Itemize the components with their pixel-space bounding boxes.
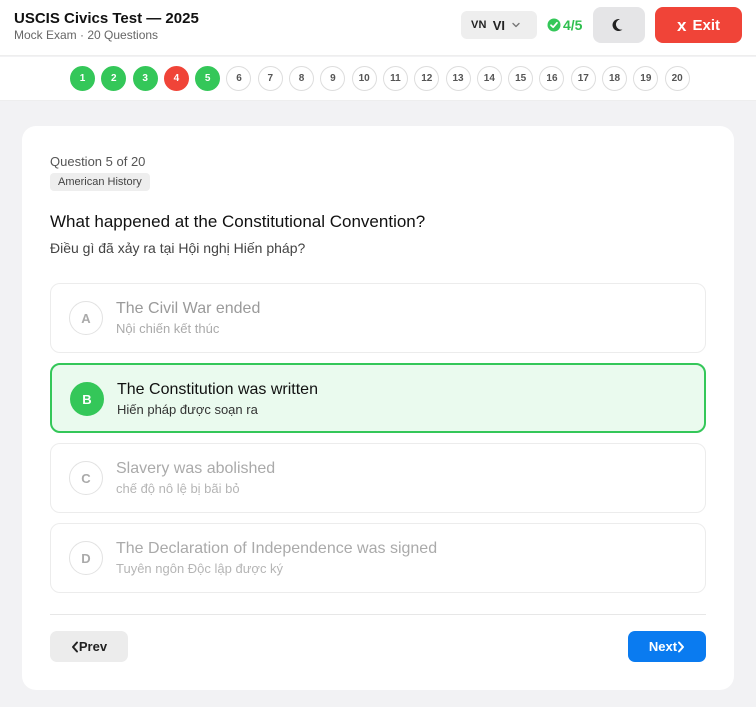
option-text-vi: Tuyên ngôn Độc lập được ký: [116, 561, 284, 576]
header: USCIS Civics Test — 2025 Mock Exam · 20 …: [0, 0, 756, 56]
score-indicator: 4/5: [547, 16, 582, 34]
option-b[interactable]: B The Constitution was written Hiến pháp…: [50, 363, 706, 433]
progress-dot-9[interactable]: 9: [320, 66, 346, 91]
progress-dot-14[interactable]: 14: [476, 66, 502, 91]
progress-dot-20[interactable]: 20: [664, 66, 690, 91]
progress-dot-12[interactable]: 12: [414, 66, 440, 91]
language-select[interactable]: VN VI: [461, 11, 537, 39]
progress-dot-13[interactable]: 13: [445, 66, 471, 91]
app-subtitle: Mock Exam · 20 Questions: [14, 28, 159, 42]
progress-dot-4[interactable]: 4: [163, 66, 189, 91]
progress-dot-7[interactable]: 7: [257, 66, 283, 91]
progress-dot-11[interactable]: 11: [382, 66, 408, 91]
option-letter: A: [69, 301, 103, 335]
theme-toggle-button[interactable]: [593, 7, 645, 43]
progress-dot-6[interactable]: 6: [226, 66, 252, 91]
app-title: USCIS Civics Test — 2025: [14, 10, 199, 27]
option-text-vi: chế độ nô lệ bị bãi bỏ: [116, 481, 240, 496]
option-letter: D: [69, 541, 103, 575]
progress-dot-2[interactable]: 2: [101, 66, 127, 91]
prev-label: Prev: [78, 639, 108, 654]
progress-dot-16[interactable]: 16: [539, 66, 565, 91]
option-a[interactable]: A The Civil War ended Nội chiến kết thúc: [50, 283, 706, 353]
question-progress: 1 2 3 4 5 6 7 8 9 10 11 12 13 14 15 16 17 18 19 20: [0, 57, 756, 101]
exit-button[interactable]: x Exit: [655, 7, 742, 43]
progress-dot-17[interactable]: 17: [570, 66, 596, 91]
progress-dot-8[interactable]: 8: [289, 66, 315, 91]
option-letter: B: [70, 382, 104, 416]
vietnam-flag-icon: VN: [471, 19, 487, 31]
option-text-en: The Declaration of Independence was sign…: [116, 540, 438, 557]
progress-dot-15[interactable]: 15: [508, 66, 534, 91]
question-text-vi: Điều gì đã xảy ra tại Hội nghị Hiến pháp…: [50, 240, 306, 256]
option-d[interactable]: D The Declaration of Independence was si…: [50, 523, 706, 593]
close-icon: x: [677, 15, 687, 35]
question-text-en: What happened at the Constitutional Conv…: [50, 212, 426, 231]
score-text: 4/5: [563, 17, 583, 33]
check-circle-icon: [547, 18, 561, 32]
option-text-en: The Constitution was written: [117, 381, 318, 398]
option-text-en: The Civil War ended: [116, 300, 261, 317]
progress-dot-3[interactable]: 3: [132, 66, 158, 91]
moon-icon: [612, 19, 623, 32]
question-card: Question 5 of 20 American History What h…: [22, 126, 734, 690]
progress-dot-5[interactable]: 5: [195, 66, 221, 91]
progress-dot-18[interactable]: 18: [602, 66, 628, 91]
question-counter: Question 5 of 20: [50, 154, 146, 169]
next-button[interactable]: Next: [628, 631, 706, 662]
progress-dots: 1 2 3 4 5 6 7 8 9 10 11 12 13 14 15 16 17 18 19 20: [70, 66, 696, 91]
next-label: Next: [648, 639, 678, 654]
category-badge: American History: [50, 173, 150, 191]
option-letter: C: [69, 461, 103, 495]
progress-dot-10[interactable]: 10: [351, 66, 377, 91]
prev-button[interactable]: Prev: [50, 631, 128, 662]
chevron-right-icon: [678, 641, 685, 652]
progress-dot-19[interactable]: 19: [633, 66, 659, 91]
chevron-down-icon: [512, 22, 520, 28]
progress-dot-1[interactable]: 1: [70, 66, 95, 91]
option-c[interactable]: C Slavery was abolished chế độ nô lệ bị …: [50, 443, 706, 513]
language-code: VI: [492, 17, 505, 33]
option-text-vi: Hiến pháp được soạn ra: [117, 402, 258, 417]
chevron-left-icon: [71, 641, 78, 652]
divider: [50, 614, 706, 615]
option-text-vi: Nội chiến kết thúc: [116, 321, 220, 336]
exit-label: Exit: [692, 16, 720, 34]
option-text-en: Slavery was abolished: [116, 460, 276, 477]
